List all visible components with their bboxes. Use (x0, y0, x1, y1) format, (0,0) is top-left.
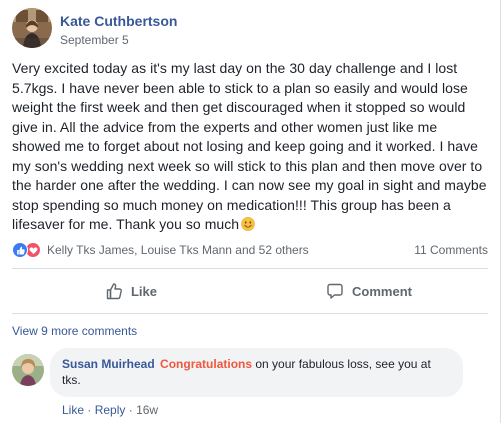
separator: · (128, 403, 133, 417)
divider (12, 313, 488, 314)
comment-button-label: Comment (352, 283, 412, 299)
post-actions: Like Comment (12, 270, 488, 312)
comment-highlight-text: Congratulations (160, 357, 253, 371)
post-date[interactable]: September 5 (60, 32, 177, 48)
commenter-avatar[interactable] (12, 354, 44, 386)
like-reaction-icon[interactable] (12, 242, 28, 258)
reactions-left[interactable]: Kelly Tks James, Louise Tks Mann and 52 … (12, 242, 309, 258)
reaction-names[interactable]: Kelly Tks James, Louise Tks Mann and 52 … (47, 243, 309, 257)
post-header: Kate Cuthbertson September 5 (12, 8, 177, 48)
comment-bubble: Susan Muirhead Congratulations on your f… (50, 348, 463, 397)
reaction-icons[interactable] (12, 242, 41, 258)
comment-body: Susan Muirhead Congratulations on your f… (50, 348, 463, 418)
comment-like-link[interactable]: Like (62, 403, 84, 417)
comment-timestamp[interactable]: 16w (136, 403, 158, 417)
like-button-label: Like (130, 283, 157, 299)
commenter-name[interactable]: Susan Muirhead (62, 357, 155, 371)
comment-item: Susan Muirhead Congratulations on your f… (12, 348, 463, 418)
post-body: Very excited today as it's my last day o… (12, 59, 488, 235)
author-avatar[interactable] (12, 8, 52, 48)
view-more-comments-link[interactable]: View 9 more comments (12, 323, 137, 339)
comment-reply-link[interactable]: Reply (95, 403, 126, 417)
post-text: Very excited today as it's my last day o… (12, 60, 487, 232)
comments-count[interactable]: 11 Comments (414, 243, 488, 257)
separator: · (87, 403, 92, 417)
thumbs-up-icon (106, 283, 122, 300)
comment-icon (327, 283, 343, 299)
comment-button[interactable]: Comment (250, 270, 488, 312)
smiling-face-emoji-icon (241, 217, 255, 231)
post-author-name[interactable]: Kate Cuthbertson (60, 12, 177, 30)
divider (12, 268, 488, 269)
post-meta: Kate Cuthbertson September 5 (60, 8, 177, 48)
like-button[interactable]: Like (12, 270, 250, 312)
post-card: Kate Cuthbertson September 5 Very excite… (0, 0, 501, 423)
comment-actions: Like · Reply · 16w (62, 402, 463, 418)
reactions-summary: Kelly Tks James, Louise Tks Mann and 52 … (12, 240, 488, 260)
